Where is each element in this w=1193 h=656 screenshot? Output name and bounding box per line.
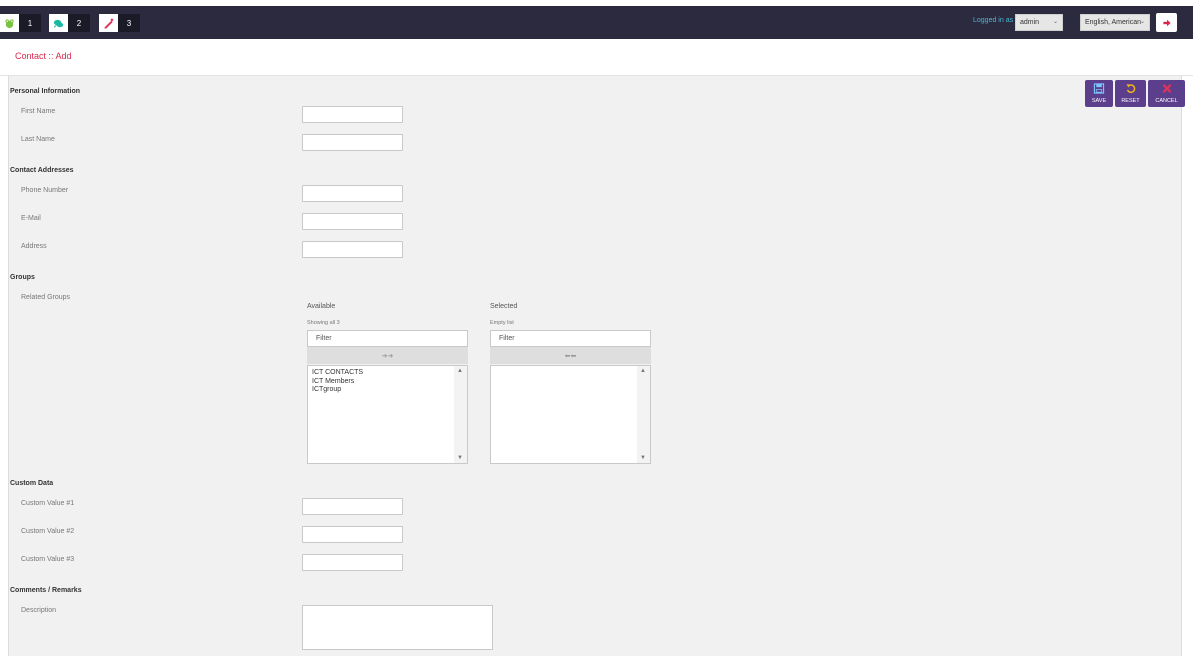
- notification-tab-2[interactable]: 2: [49, 14, 90, 32]
- notification-tab-3[interactable]: 3: [99, 14, 140, 32]
- address-label: Address: [21, 243, 47, 250]
- save-button[interactable]: SAVE: [1085, 80, 1113, 107]
- scrollbar[interactable]: ▲ ▼: [454, 366, 467, 463]
- section-contact-addresses: Contact Addresses: [10, 167, 74, 174]
- scroll-up-icon[interactable]: ▲: [640, 368, 646, 374]
- description-label: Description: [21, 607, 57, 614]
- scroll-up-icon[interactable]: ▲: [457, 368, 463, 374]
- save-icon: [1093, 83, 1105, 94]
- save-label: SAVE: [1091, 98, 1107, 104]
- frog-icon: [0, 14, 19, 32]
- address-input[interactable]: [302, 241, 403, 258]
- selected-filter-input[interactable]: Filter: [490, 330, 651, 347]
- section-custom-data: Custom Data: [10, 480, 54, 487]
- available-header: Available: [307, 303, 336, 310]
- chat-icon: [49, 14, 68, 32]
- first-name-label: First Name: [21, 108, 56, 115]
- move-all-right-button[interactable]: ➔➔: [307, 347, 468, 364]
- close-icon: [1162, 84, 1171, 93]
- language-name: English, American: [1085, 19, 1142, 26]
- list-option[interactable]: ICT Members: [312, 378, 363, 387]
- custom-value-1-input[interactable]: [302, 498, 403, 515]
- related-groups-label: Related Groups: [21, 294, 71, 301]
- pen-icon: [99, 14, 118, 32]
- custom-value-2-label: Custom Value #2: [21, 528, 75, 535]
- custom-value-2-input[interactable]: [302, 526, 403, 543]
- list-option[interactable]: ICTgroup: [312, 386, 363, 395]
- first-name-input[interactable]: [302, 106, 403, 123]
- section-comments-remarks: Comments / Remarks: [10, 587, 82, 594]
- move-right-icon: ➔➔: [381, 352, 394, 360]
- list-option[interactable]: ICT CONTACTS: [312, 369, 363, 378]
- reset-icon: [1125, 84, 1135, 94]
- cancel-label: CANCEL: [1155, 98, 1178, 104]
- email-label: E-Mail: [21, 215, 41, 222]
- top-navbar: 1 2 3 Logged in as : admin ⌄ English, Am…: [0, 6, 1193, 39]
- scroll-down-icon[interactable]: ▼: [640, 455, 646, 461]
- phone-number-input[interactable]: [302, 185, 403, 202]
- phone-number-label: Phone Number: [21, 187, 69, 194]
- scrollbar[interactable]: ▲ ▼: [637, 366, 650, 463]
- notification-count: 1: [19, 14, 41, 32]
- move-all-left-button[interactable]: ⬅⬅: [490, 347, 651, 364]
- page-header: Contact :: Add: [0, 39, 1193, 76]
- language-select[interactable]: English, American ⌄: [1080, 14, 1150, 31]
- move-left-icon: ⬅⬅: [564, 352, 577, 360]
- available-filter-input[interactable]: Filter: [307, 330, 468, 347]
- notification-count: 3: [118, 14, 140, 32]
- logout-icon: [1162, 19, 1171, 26]
- user-select[interactable]: admin ⌄: [1015, 14, 1063, 31]
- custom-value-3-label: Custom Value #3: [21, 556, 75, 563]
- notification-tab-1[interactable]: 1: [0, 14, 41, 32]
- available-count: Showing all 3: [307, 320, 340, 326]
- page-title: Contact :: Add: [15, 51, 72, 61]
- user-name: admin: [1020, 19, 1040, 26]
- selected-list[interactable]: ▲ ▼: [490, 365, 651, 464]
- custom-value-1-label: Custom Value #1: [21, 500, 75, 507]
- selected-header: Selected: [490, 303, 518, 310]
- section-personal-information: Personal Information: [10, 88, 81, 95]
- notification-count: 2: [68, 14, 90, 32]
- selected-count: Empty list: [490, 320, 514, 326]
- custom-value-3-input[interactable]: [302, 554, 403, 571]
- email-input[interactable]: [302, 213, 403, 230]
- last-name-label: Last Name: [21, 136, 55, 143]
- chevron-down-icon: ⌄: [1139, 19, 1145, 25]
- available-list[interactable]: ICT CONTACTS ICT Members ICTgroup ▲ ▼: [307, 365, 468, 464]
- cancel-button[interactable]: CANCEL: [1148, 80, 1185, 107]
- reset-label: RESET: [1121, 98, 1140, 104]
- logout-button[interactable]: [1156, 13, 1177, 32]
- scroll-down-icon[interactable]: ▼: [457, 455, 463, 461]
- section-groups: Groups: [10, 274, 35, 281]
- reset-button[interactable]: RESET: [1115, 80, 1146, 107]
- logged-in-label: Logged in as :: [973, 17, 1017, 24]
- chevron-down-icon: ⌄: [1052, 19, 1058, 25]
- last-name-input[interactable]: [302, 134, 403, 151]
- description-textarea[interactable]: [302, 605, 493, 650]
